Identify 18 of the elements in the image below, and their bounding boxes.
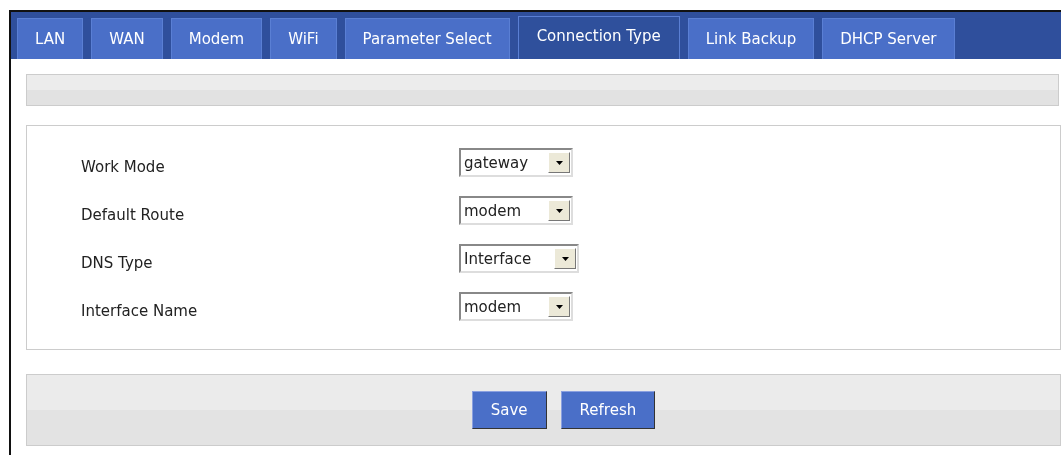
tab[interactable]: DHCP Server — [822, 18, 955, 59]
field-label: Work Mode — [81, 156, 166, 176]
field-label: Interface Name — [81, 300, 199, 320]
tab[interactable]: WAN — [91, 18, 163, 59]
tab[interactable]: Parameter Select — [344, 18, 510, 59]
action-button[interactable]: Save — [471, 391, 547, 429]
field-label: DNS Type — [81, 252, 154, 272]
dropdown[interactable]: Interface — [459, 244, 579, 273]
action-button[interactable]: Refresh — [560, 391, 656, 429]
dropdown[interactable]: gateway — [459, 148, 573, 177]
field-label: Default Route — [81, 204, 186, 224]
tab[interactable]: Connection Type — [517, 16, 680, 59]
tab[interactable]: Modem — [170, 18, 263, 59]
tab[interactable]: WiFi — [270, 18, 337, 59]
tab[interactable]: Link Backup — [687, 18, 815, 59]
dropdown[interactable]: modem — [459, 196, 573, 225]
dropdown[interactable]: modem — [459, 292, 573, 321]
tab[interactable]: LAN — [17, 18, 84, 59]
